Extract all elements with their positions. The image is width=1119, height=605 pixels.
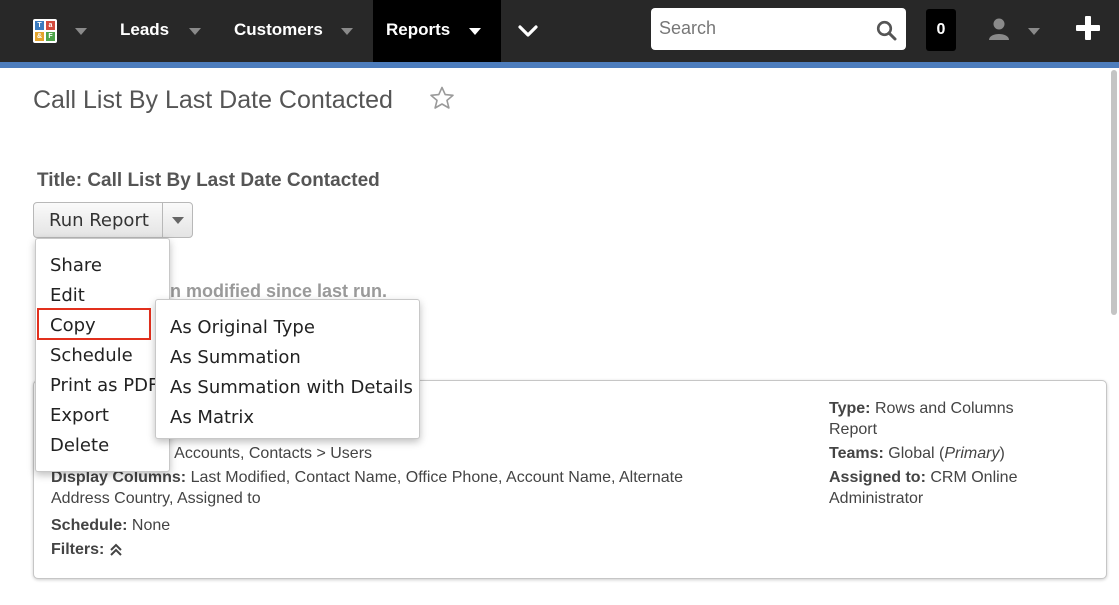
- more-tabs-chevron-icon[interactable]: [518, 24, 538, 38]
- reports-caret-icon[interactable]: [469, 28, 481, 35]
- split-divider: [162, 203, 163, 237]
- user-menu-caret-icon[interactable]: [1028, 28, 1040, 35]
- app-logo[interactable]: T a & F: [33, 19, 57, 43]
- menu-item-schedule[interactable]: Schedule: [50, 345, 133, 366]
- teams-value: Global (: [888, 445, 945, 462]
- type-label: Type:: [829, 400, 871, 417]
- teams-close: ): [999, 445, 1005, 462]
- user-avatar-icon[interactable]: [987, 17, 1011, 41]
- favorite-star-icon[interactable]: [429, 86, 455, 110]
- logo-letter: a: [46, 21, 55, 30]
- submenu-as-summation-details[interactable]: As Summation with Details: [170, 377, 413, 398]
- nav-reports[interactable]: Reports: [386, 20, 450, 40]
- report-title: Title: Call List By Last Date Contacted: [37, 170, 380, 191]
- run-report-button[interactable]: Run Report: [49, 210, 149, 231]
- schedule: Schedule: None: [51, 515, 170, 536]
- type-value-cont: Report: [829, 421, 878, 438]
- menu-item-copy[interactable]: Copy: [50, 315, 96, 336]
- nav-customers[interactable]: Customers: [234, 20, 323, 40]
- submenu-as-original-type[interactable]: As Original Type: [170, 317, 315, 338]
- filters: Filters:: [51, 539, 123, 560]
- display-columns-value: Last Modified, Contact Name, Office Phon…: [190, 469, 684, 486]
- display-columns: Display Columns: Last Modified, Contact …: [51, 467, 791, 509]
- copy-submenu: As Original Type As Summation As Summati…: [155, 299, 420, 439]
- assigned-value-cont: Administrator: [829, 490, 924, 507]
- search-icon[interactable]: [876, 20, 897, 41]
- schedule-value: None: [131, 517, 171, 534]
- nav-leads[interactable]: Leads: [120, 20, 169, 40]
- teams-primary: Primary: [944, 445, 1000, 462]
- customers-caret-icon[interactable]: [341, 28, 353, 35]
- teams: Teams: Global (Primary): [829, 443, 1005, 464]
- filters-label: Filters:: [51, 541, 105, 558]
- logo-menu-caret-icon[interactable]: [75, 28, 87, 35]
- display-columns-value-cont: Address Country, Assigned to: [51, 490, 261, 507]
- teams-label: Teams:: [829, 445, 884, 462]
- nav-reports-tab[interactable]: Reports: [373, 0, 501, 62]
- assigned-value: CRM Online: [930, 469, 1018, 486]
- menu-item-edit[interactable]: Edit: [50, 285, 85, 306]
- menu-item-share[interactable]: Share: [50, 255, 102, 276]
- submenu-as-summation[interactable]: As Summation: [170, 347, 301, 368]
- logo-letter: T: [35, 21, 44, 30]
- submenu-as-matrix[interactable]: As Matrix: [170, 407, 254, 428]
- notifications-count[interactable]: 0: [926, 9, 956, 51]
- search-box: [651, 8, 906, 50]
- top-navbar: T a & F Leads Customers Reports 0: [0, 0, 1119, 62]
- menu-item-export[interactable]: Export: [50, 405, 109, 426]
- menu-item-print-pdf[interactable]: Print as PDF: [50, 375, 158, 396]
- type-value: Rows and Columns: [874, 400, 1014, 417]
- run-report-button-group: Run Report: [33, 202, 193, 238]
- schedule-label: Schedule:: [51, 517, 128, 534]
- report-type: Type: Rows and Columns Report: [829, 398, 1089, 440]
- assigned-to: Assigned to: CRM Online Administrator: [829, 467, 1089, 509]
- assigned-label: Assigned to:: [829, 469, 926, 486]
- quick-create-plus-icon[interactable]: [1074, 14, 1102, 42]
- logo-letter: F: [46, 32, 55, 41]
- page-title: Call List By Last Date Contacted: [33, 86, 393, 114]
- search-input[interactable]: [659, 16, 859, 40]
- run-report-dropdown-caret-icon[interactable]: [172, 217, 184, 224]
- collapse-filters-icon[interactable]: [109, 543, 123, 557]
- page-scrollbar[interactable]: [1111, 70, 1117, 315]
- report-actions-menu: Share Edit Copy Schedule Print as PDF Ex…: [35, 238, 170, 472]
- menu-item-delete[interactable]: Delete: [50, 435, 109, 456]
- leads-caret-icon[interactable]: [189, 28, 201, 35]
- logo-letter: &: [35, 32, 44, 41]
- nav-accent-bar: [0, 62, 1119, 68]
